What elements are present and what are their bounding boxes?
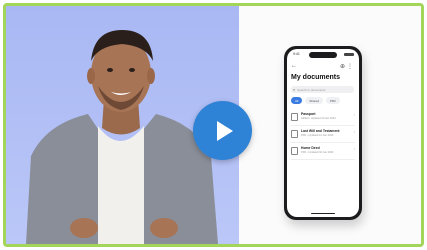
- list-item: Passport Added • Updated 20 Jan 2023 ›: [291, 109, 355, 126]
- document-name: Home Deed: [301, 146, 320, 150]
- play-icon: [217, 120, 233, 141]
- app-top-bar: ← ⊕⋮: [291, 63, 355, 71]
- document-name: Last Will and Testament: [301, 129, 340, 133]
- status-time: 9:41: [293, 52, 300, 56]
- list-item: Last Will and Testament PDF • Updated 14…: [291, 126, 355, 143]
- document-icon: [291, 130, 298, 138]
- document-list: Passport Added • Updated 20 Jan 2023 › L…: [291, 109, 355, 160]
- document-meta: Added • Updated 20 Jan 2023: [301, 117, 336, 120]
- document-icon: [291, 147, 298, 155]
- more-icon: ⊕⋮: [339, 64, 355, 70]
- phone-notch: [309, 52, 337, 58]
- document-meta: PDF • Updated 14 Jan 2023: [301, 134, 334, 137]
- battery-icon: [344, 53, 354, 56]
- phone-mockup: 9:41 ← ⊕⋮ My documents ⌕ Search in docum…: [284, 46, 362, 220]
- phone-screen: 9:41 ← ⊕⋮ My documents ⌕ Search in docum…: [287, 49, 359, 217]
- document-meta: PDF • Updated 02 Jan 2023: [301, 151, 334, 154]
- back-arrow-icon: ←: [291, 63, 297, 69]
- chevron-right-icon: ›: [353, 129, 355, 134]
- search-placeholder: Search in documents: [297, 87, 326, 92]
- chip-all: All: [291, 97, 303, 104]
- page-title: My documents: [291, 74, 341, 81]
- home-indicator: [311, 212, 335, 214]
- document-name: Passport: [301, 112, 316, 116]
- filter-chips: All Shared PDF: [291, 97, 341, 104]
- play-button[interactable]: [193, 101, 252, 160]
- search-icon: ⌕: [293, 87, 296, 92]
- video-card[interactable]: 9:41 ← ⊕⋮ My documents ⌕ Search in docum…: [3, 3, 424, 247]
- app-preview-panel: 9:41 ← ⊕⋮ My documents ⌕ Search in docum…: [239, 6, 421, 244]
- document-icon: [291, 113, 298, 121]
- list-item: Home Deed PDF • Updated 02 Jan 2023 ›: [291, 143, 355, 160]
- search-input: ⌕ Search in documents: [291, 86, 354, 93]
- chevron-right-icon: ›: [353, 146, 355, 151]
- chip-pdf: PDF: [326, 97, 341, 104]
- chevron-right-icon: ›: [353, 112, 355, 117]
- chip-shared: Shared: [305, 97, 324, 104]
